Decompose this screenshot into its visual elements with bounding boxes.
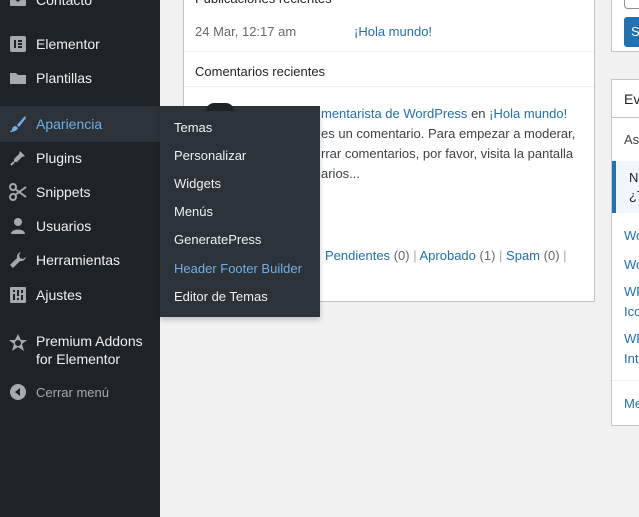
news-link[interactable]: Int: [624, 351, 638, 366]
sidebar-item-ajustes[interactable]: Ajustes: [0, 284, 160, 306]
submenu-item-menus[interactable]: Menús: [174, 204, 213, 219]
submenu-item-personalizar[interactable]: Personalizar: [174, 148, 246, 163]
post-date: 24 Mar, 12:17 am: [195, 24, 297, 39]
badge-icon: [8, 333, 28, 353]
sidebar-item-label: Snippets: [36, 184, 91, 200]
post-title-link[interactable]: ¡Hola mundo!: [354, 24, 432, 39]
sidebar-item-label: Usuarios: [36, 218, 92, 234]
avatar: [206, 103, 234, 111]
submenu-item-widgets[interactable]: Widgets: [174, 176, 221, 191]
submenu-item-generatepress[interactable]: GeneratePress: [174, 232, 261, 247]
approved-count: (1): [479, 248, 496, 263]
appearance-submenu: Temas Personalizar Widgets Menús Generat…: [160, 106, 320, 317]
news-link[interactable]: Wo: [624, 257, 639, 272]
settings-icon: [8, 285, 28, 305]
filter-spam-link[interactable]: Spam: [506, 248, 540, 263]
sidebar-item-contacto[interactable]: Contacto: [0, 0, 160, 11]
collapse-arrow-icon: [8, 382, 28, 402]
events-subtitle: As: [624, 132, 639, 147]
spam-count: (0): [543, 248, 560, 263]
sidebar-item-label: Apariencia: [36, 116, 103, 132]
meetups-link[interactable]: Me: [624, 396, 639, 411]
comment-filters: Pendientes (0) | Aprobado (1) | Spam (0)…: [325, 248, 567, 263]
sidebar-item-label: Elementor: [36, 36, 100, 52]
user-icon: [8, 216, 28, 236]
divider: [612, 380, 639, 381]
folder-icon: [8, 68, 28, 88]
submenu-pointer: [153, 117, 160, 131]
filter-approved-link[interactable]: Aprobado: [420, 248, 476, 263]
right-widget-top: S: [611, 0, 639, 52]
sidebar-item-label: Contacto: [36, 0, 93, 8]
sidebar-item-usuarios[interactable]: Usuarios: [0, 215, 160, 237]
input-box[interactable]: [624, 0, 639, 9]
sidebar-item-apariencia[interactable]: Apariencia: [0, 106, 160, 142]
sidebar-item-label: Plantillas: [36, 70, 93, 86]
filter-pending-link[interactable]: Pendientes: [325, 248, 390, 263]
recent-posts-heading: Publicaciones recientes: [195, 0, 332, 8]
plugin-icon: [8, 148, 28, 168]
sidebar-item-label: Herramientas: [36, 252, 121, 268]
admin-sidebar: Contacto Elementor Plantillas Apariencia…: [0, 0, 160, 517]
comment-post-link[interactable]: ¡Hola mundo!: [489, 106, 567, 121]
wrench-icon: [8, 250, 28, 270]
events-heading: Eve: [624, 91, 639, 107]
news-link[interactable]: WP: [624, 284, 639, 299]
events-widget: Eve As N ¿T Wo Wo WP Ico WP Int Me: [611, 79, 639, 426]
divider: [184, 86, 594, 87]
sidebar-item-plugins[interactable]: Plugins: [0, 147, 160, 169]
recent-comments-heading: Comentarios recientes: [195, 64, 326, 79]
submenu-item-temas[interactable]: Temas: [174, 120, 212, 135]
submenu-item-editor-de-temas[interactable]: Editor de Temas: [174, 289, 268, 304]
sidebar-item-plantillas[interactable]: Plantillas: [0, 67, 160, 89]
sidebar-item-snippets[interactable]: Snippets: [0, 181, 160, 203]
submit-button[interactable]: S: [624, 17, 639, 47]
comment-excerpt: mentarista de WordPress en ¡Hola mundo! …: [321, 106, 576, 181]
pending-count: (0): [393, 248, 410, 263]
elementor-icon: [8, 34, 28, 54]
sidebar-item-herramientas[interactable]: Herramientas: [0, 249, 160, 271]
sidebar-item-label: Plugins: [36, 150, 82, 166]
collapse-menu-button[interactable]: Cerrar menú: [0, 381, 160, 403]
paintbrush-icon: [8, 114, 28, 134]
sidebar-item-label: Cerrar menú: [36, 384, 109, 400]
sidebar-item-elementor[interactable]: Elementor: [0, 33, 160, 55]
submenu-item-header-footer-builder[interactable]: Header Footer Builder: [174, 261, 302, 276]
sidebar-item-premium-addons[interactable]: Premium Addons for Elementor: [0, 330, 160, 370]
comment-author-link[interactable]: mentarista de WordPress: [321, 106, 467, 121]
news-link[interactable]: WP: [624, 331, 639, 346]
news-link[interactable]: Wo: [624, 228, 639, 243]
sidebar-item-label: Premium Addons for Elementor: [36, 333, 143, 367]
sidebar-item-label: Ajustes: [36, 287, 82, 303]
mail-icon: [8, 0, 28, 10]
scissors-icon: [8, 182, 28, 202]
divider: [612, 117, 639, 118]
news-link[interactable]: Ico: [624, 304, 639, 319]
divider: [184, 51, 594, 52]
location-highlight: N ¿T: [612, 161, 639, 213]
